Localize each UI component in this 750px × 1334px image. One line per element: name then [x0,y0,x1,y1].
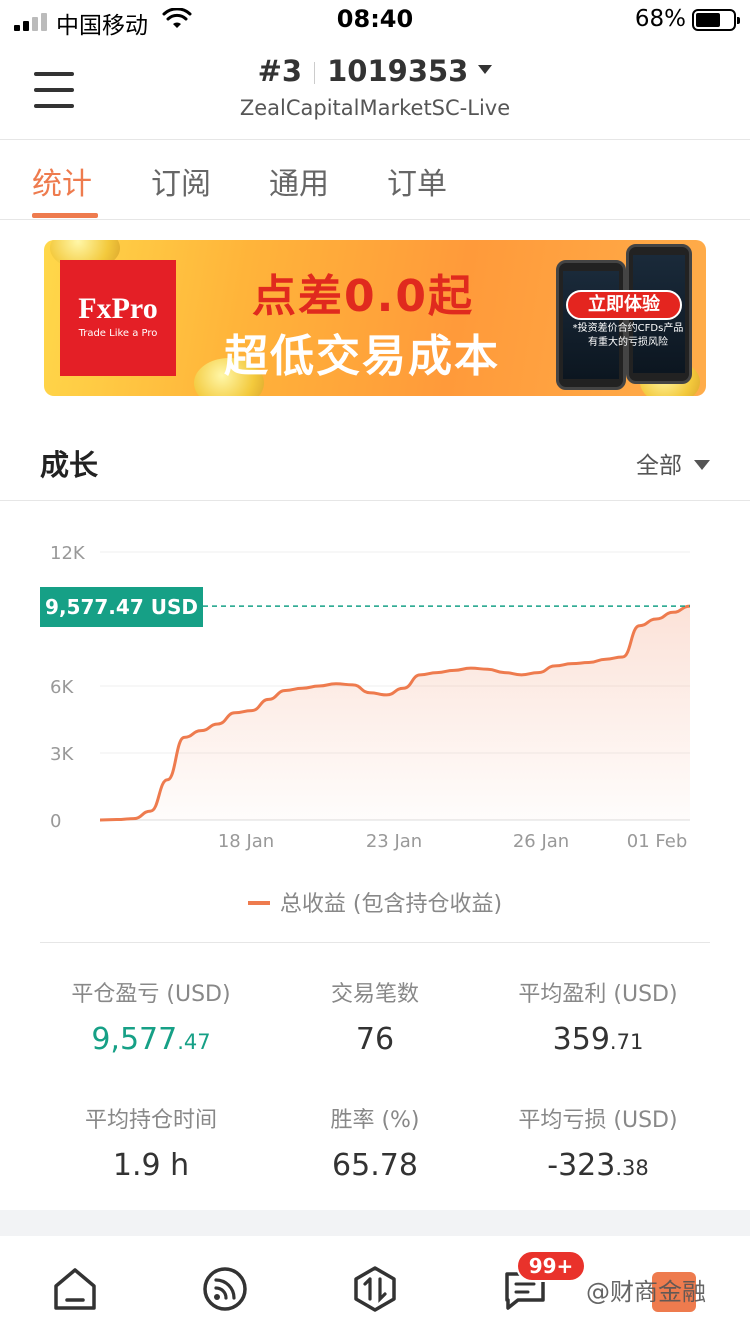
stat-label: 平均亏损 (USD) [518,1108,678,1133]
risk-disclaimer: *投资差价合约CFDs产品有重大的亏损风险 [572,323,684,348]
y-tick-label: 0 [50,811,61,832]
y-tick-label: 12K [50,543,86,564]
divider [0,500,750,501]
status-bar: 中国移动 08:40 68% [0,0,750,40]
promo-headline: 点差0.0起 [252,271,474,322]
section-title: 成长 [40,448,99,482]
home-icon[interactable] [52,1266,98,1312]
stat-value: -323.38 [547,1148,649,1183]
stat-trade-count: 交易笔数 76 [250,976,500,1057]
legend-label: 总收益 (包含持仓收益) [279,892,503,917]
growth-chart[interactable]: 12K 6K 3K 0 18 Jan 23 Jan 26 Jan 01 Feb 9,577.… [0,530,750,860]
bottom-nav: 99+ @财商金融 [0,1236,750,1334]
stat-value: 1.9 h [112,1148,190,1183]
x-tick-label: 23 Jan [366,831,422,852]
account-index: #3 [257,54,303,88]
tab-statistics[interactable]: 统计 [32,159,92,203]
divider [40,942,710,943]
account-selector[interactable]: #3 1019353 [0,54,750,88]
tab-orders[interactable]: 订单 [387,159,447,203]
tab-bar: 统计 订阅 通用 订单 [0,141,750,220]
y-tick-label: 6K [50,677,74,698]
caret-down-icon [694,459,710,470]
stat-value: 65.78 [332,1148,418,1183]
signal-feed-icon[interactable] [202,1266,248,1312]
promo-subheadline: 超低交易成本 [224,331,500,382]
stat-win-rate: 胜率 (%) 65.78 [250,1102,500,1183]
tab-general[interactable]: 通用 [269,159,329,203]
section-spacer [0,1210,750,1236]
promo-banner[interactable]: FxPro Trade Like a Pro 点差0.0起 超低交易成本 立即体… [44,240,706,396]
stat-label: 平均盈利 (USD) [518,982,678,1007]
stat-average-profit: 平均盈利 (USD) 359.71 [473,976,723,1057]
battery-icon [692,9,740,31]
notification-badge: 99+ [516,1250,586,1282]
stat-average-loss: 平均亏损 (USD) -323.38 [473,1102,723,1183]
growth-chart-svg: 12K 6K 3K 0 18 Jan 23 Jan 26 Jan 01 Feb [50,543,691,852]
y-tick-label: 3K [50,744,74,765]
stat-label: 交易笔数 [330,982,419,1007]
x-tick-label: 01 Feb [627,831,688,852]
legend-swatch [247,901,270,905]
x-tick-label: 26 Jan [513,831,569,852]
server-name: ZealCapitalMarketSC-Live [239,96,511,120]
account-number: 1019353 [327,54,469,88]
stat-label: 平均持仓时间 [84,1108,217,1133]
chart-legend: 总收益 (包含持仓收益) [0,886,750,918]
stat-average-hold-time: 平均持仓时间 1.9 h [26,1102,276,1183]
fxpro-logo: FxPro Trade Like a Pro [60,260,176,376]
battery-percent: 68% [634,6,686,32]
range-filter[interactable]: 全部 [636,446,710,480]
stat-closed-pnl: 平仓盈亏 (USD) 9,577.47 [26,976,276,1057]
chevron-down-icon [478,64,493,74]
tab-subscribe[interactable]: 订阅 [151,159,211,203]
watermark: @财商金融 [586,1278,706,1306]
active-tab-indicator [32,213,98,218]
stat-value: 76 [355,1022,395,1057]
range-filter-label: 全部 [636,453,682,479]
current-value-tag: 9,577.47 USD [40,587,203,627]
series-area [100,606,690,820]
stat-label: 胜率 (%) [330,1108,420,1133]
stat-value: 359.71 [552,1022,644,1057]
try-now-button[interactable]: 立即体验 [566,290,682,320]
x-tick-label: 18 Jan [218,831,274,852]
trade-icon[interactable] [352,1266,398,1312]
app-header: #3 1019353 ZealCapitalMarketSC-Live [0,40,750,140]
stat-label: 平仓盈亏 (USD) [71,982,231,1007]
stat-value: 9,577.47 [91,1022,211,1057]
